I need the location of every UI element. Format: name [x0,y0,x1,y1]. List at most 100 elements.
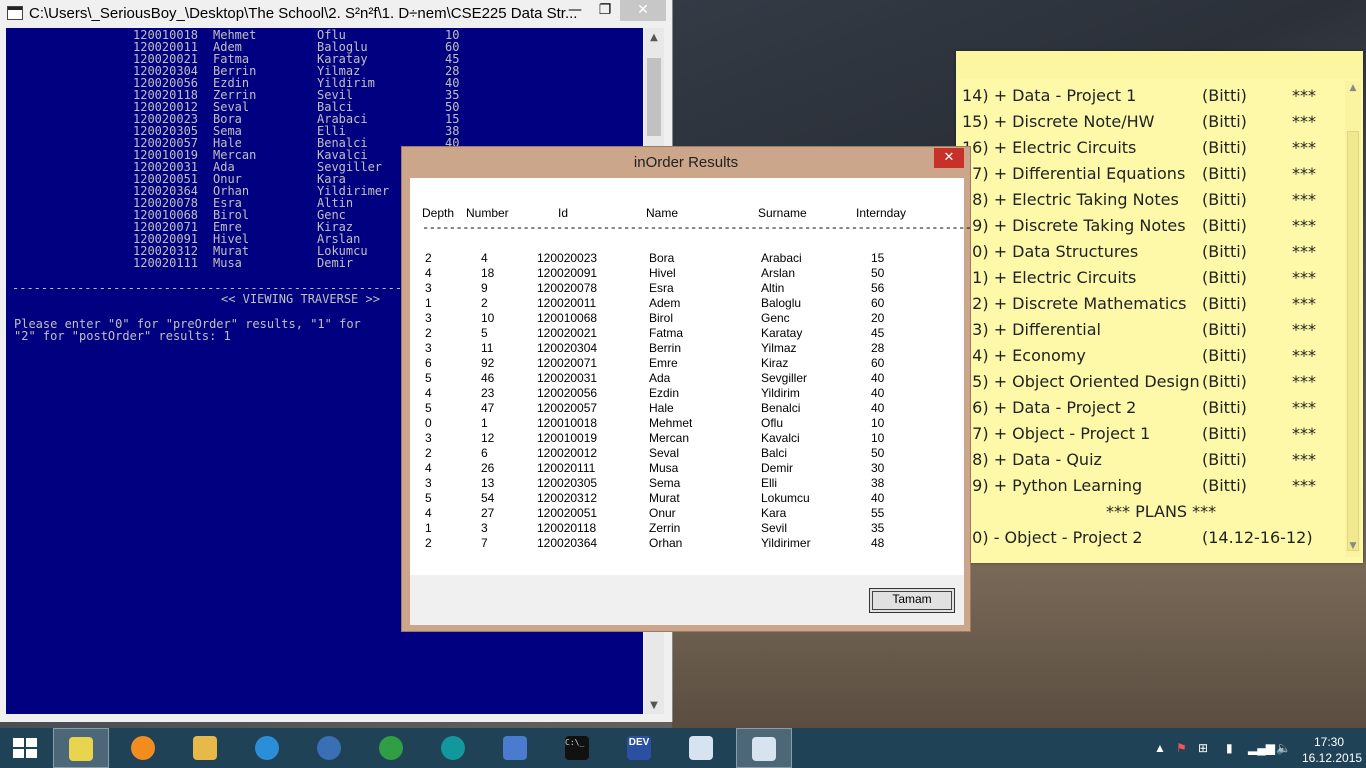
sticky-item-stars: *** [1292,424,1316,443]
console-app-icon [7,6,23,20]
result-cell-id: 120010018 [537,416,598,430]
taskbar-button[interactable] [240,728,296,768]
result-cell-number: 92 [481,356,495,370]
result-cell-internday: 48 [871,536,885,550]
signal-strength-icon[interactable]: ▂▄▆ [1248,741,1275,755]
result-cell-id: 120020305 [537,476,598,490]
result-cell-surname: Sevil [761,521,788,535]
result-row: 2 7 120020364 Orhan Yildirimer 48 [410,536,964,551]
result-cell-internday: 40 [871,401,885,415]
sticky-item-stars: *** [1292,86,1316,105]
taskbar-button[interactable] [736,728,792,768]
sticky-note-text[interactable]: 14) + Data - Project 1 (Bitti) *** 15) + Di… [956,81,1344,561]
sticky-item-status: (Bitti) [1202,424,1247,443]
dialog-title: inOrder Results [633,154,739,171]
sticky-item-stars: *** [1292,112,1316,131]
window-app-icon-2 [752,737,776,761]
result-cell-depth: 5 [425,371,432,385]
console-title-bar[interactable]: C:\Users\_SeriousBoy_\Desktop\The School… [0,0,672,27]
windows-update-icon[interactable]: ⊞ [1198,741,1208,755]
result-cell-name: Hivel [649,266,676,280]
sticky-item-status: (Bitti) [1202,294,1247,313]
clock-time[interactable]: 17:30 [1314,735,1344,749]
sticky-item-stars: *** [1292,346,1316,365]
taskbar-button[interactable] [178,728,234,768]
close-button[interactable]: ✕ [620,0,666,21]
result-cell-surname: Baloglu [761,296,802,310]
sticky-item-status: (Bitti) [1202,450,1247,469]
taskbar-button[interactable]: DEV [612,728,668,768]
battery-icon[interactable]: ▮ [1226,741,1233,755]
result-cell-name: Seval [649,446,680,460]
sticky-note-header[interactable] [956,51,1363,79]
taskbar-button[interactable] [116,728,172,768]
result-cell-id: 120020011 [537,296,597,310]
result-cell-name: Onur [649,506,676,520]
minimize-button[interactable]: — [560,0,590,21]
taskbar-button[interactable] [364,728,420,768]
start-button[interactable] [0,728,50,768]
volume-icon[interactable]: 🔈 [1276,741,1291,755]
result-row: 4 18 120020091 Hivel Arslan 50 [410,266,964,281]
inorder-results-dialog[interactable]: inOrder Results ✕ Depth Number Id Name S… [401,146,972,632]
result-cell-number: 6 [481,446,488,460]
sticky-item-stars: *** [1292,242,1316,261]
scroll-thumb[interactable] [647,58,661,136]
dialog-close-button[interactable]: ✕ [934,148,964,168]
result-cell-number: 11 [481,341,494,355]
sticky-item-stars: *** [1292,268,1316,287]
file-explorer-icon [193,736,217,760]
taskbar: C:\_ DEV ▲ ⚑ ⊞ ▮ ▂▄▆ 🔈 17:30 16.12.2015 [0,728,1366,768]
clock-date[interactable]: 16.12.2015 [1302,751,1362,765]
result-cell-depth: 5 [425,401,432,415]
result-cell-depth: 4 [425,266,432,280]
result-row: 0 1 120010018 Mehmet Oflu 10 [410,416,964,431]
scroll-up-arrow-icon[interactable]: ▲ [644,32,664,43]
result-row: 4 27 120020051 Onur Kara 55 [410,506,964,521]
result-row: 3 11 120020304 Berrin Yilmaz 28 [410,341,964,356]
taskbar-button[interactable]: C:\_ [550,728,606,768]
result-cell-internday: 56 [871,281,885,295]
sticky-item-text: 14) + Data - Project 1 [962,86,1137,105]
taskbar-button[interactable] [674,728,730,768]
sticky-item-status: (Bitti) [1202,398,1247,417]
result-cell-surname: Genc [761,311,790,325]
scroll-down-arrow-icon[interactable]: ▼ [1345,541,1361,551]
taskbar-button[interactable] [488,728,544,768]
result-cell-internday: 50 [871,446,885,460]
header-depth: Depth [422,206,455,220]
scroll-down-arrow-icon[interactable]: ▼ [644,700,664,711]
result-row: 5 47 120020057 Hale Benalci 40 [410,401,964,416]
result-cell-number: 27 [481,506,495,520]
action-center-flag-icon[interactable]: ⚑ [1176,741,1187,755]
result-cell-surname: Karatay [761,326,803,340]
taskbar-button[interactable] [302,728,358,768]
taskbar-button[interactable] [426,728,482,768]
result-cell-depth: 1 [425,296,432,310]
result-row: 1 3 120020118 Zerrin Sevil 35 [410,521,964,536]
result-cell-depth: 3 [425,311,432,325]
sticky-item-text: 25) + Object Oriented Design [962,372,1200,391]
result-cell-internday: 40 [871,371,885,385]
dialog-title-bar[interactable]: inOrder Results ✕ [402,147,970,177]
result-cell-number: 5 [481,326,488,340]
header-separator: ----------------------------------------… [422,221,972,235]
sticky-scrollbar[interactable]: ▲ ▼ [1345,81,1361,557]
sticky-item-text: 17) + Differential Equations [962,164,1186,183]
show-hidden-icons-icon[interactable]: ▲ [1154,741,1166,755]
scroll-thumb[interactable] [1347,131,1359,551]
sticky-item-status: (Bitti) [1202,138,1247,157]
sticky-note[interactable]: 14) + Data - Project 1 (Bitti) *** 15) + Di… [956,51,1363,563]
result-cell-id: 120020118 [537,521,597,535]
scroll-up-arrow-icon[interactable]: ▲ [1345,83,1361,93]
result-cell-name: Ada [649,371,671,385]
taskbar-button[interactable] [53,728,109,768]
dev-cpp-icon: DEV [627,736,651,760]
sticky-item-stars: *** [1292,450,1316,469]
ok-button[interactable]: Tamam [869,588,955,613]
restore-button[interactable]: ❐ [590,0,620,21]
visual-studio-icon [503,736,527,760]
sticky-item-status: (Bitti) [1202,268,1247,287]
sticky-item-text: 28) + Data - Quiz [962,450,1102,469]
sticky-item-text: 16) + Electric Circuits [962,138,1137,157]
